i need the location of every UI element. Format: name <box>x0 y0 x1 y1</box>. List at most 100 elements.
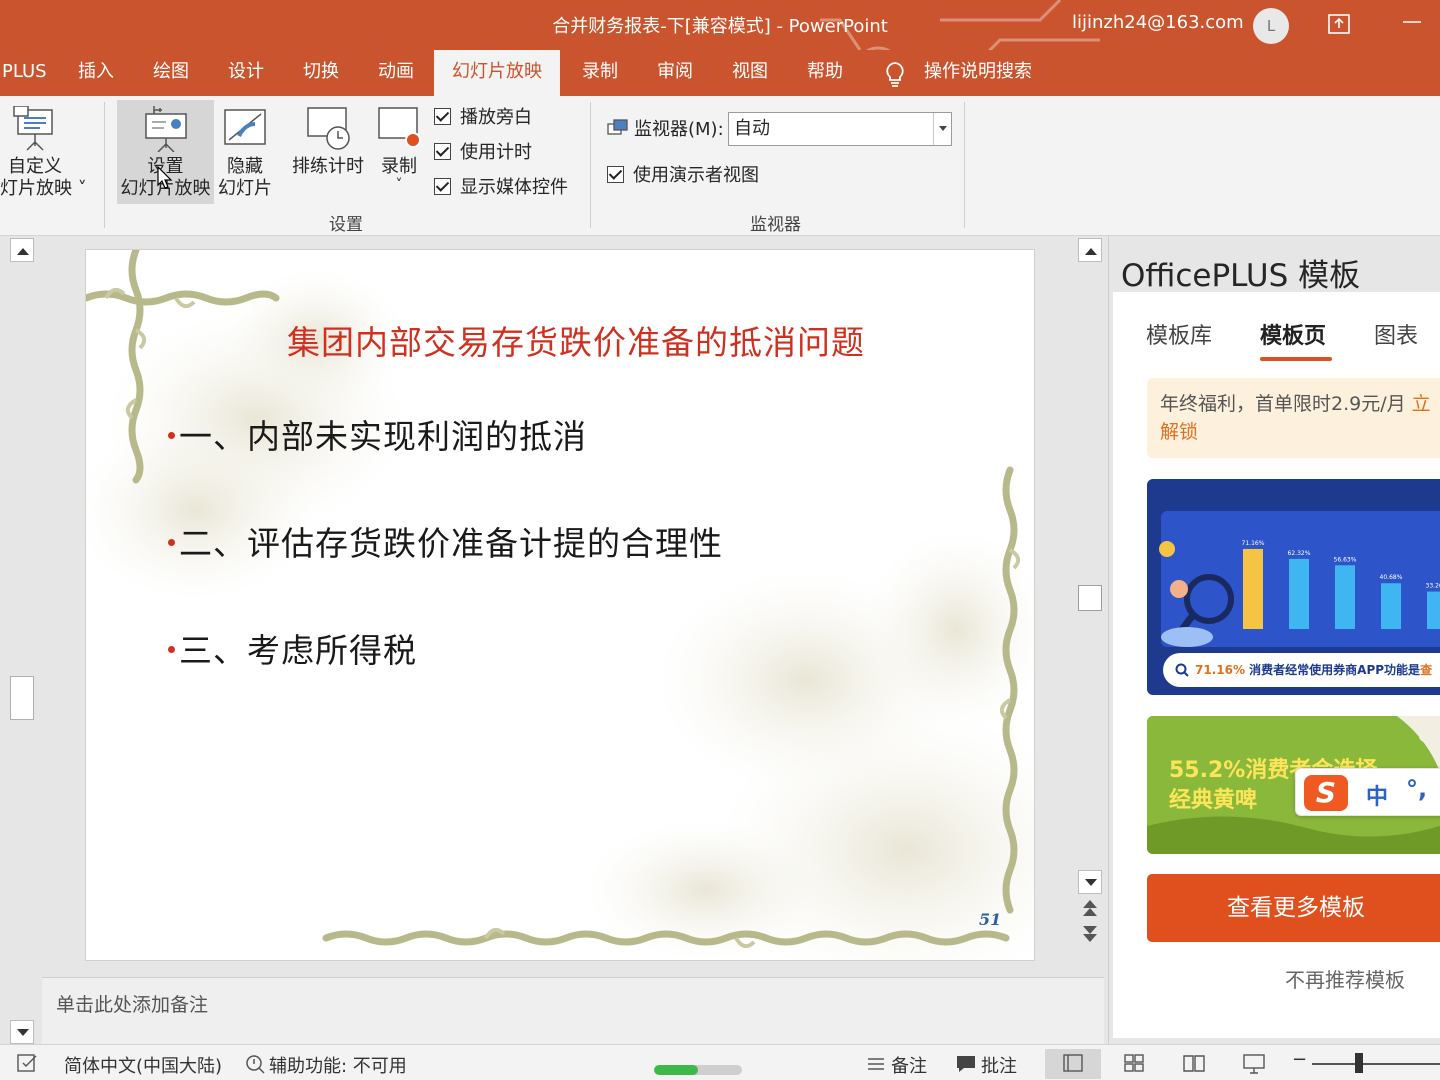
preview-bar-label: 33.26% <box>1426 583 1440 590</box>
slide-sorter-icon <box>1124 1054 1144 1072</box>
tell-me-search[interactable]: 操作说明搜索 <box>922 50 1034 96</box>
scroll-down-button[interactable] <box>10 1020 34 1044</box>
notes-pane[interactable]: 单击此处添加备注 <box>42 977 1104 1044</box>
promo-unlock-link[interactable]: 解锁 <box>1160 418 1440 446</box>
custom-show-icon <box>13 106 53 151</box>
use-timings-label: 使用计时 <box>460 142 532 163</box>
record-icon <box>378 107 421 148</box>
accessibility-status[interactable]: 辅助功能: 不可用 <box>269 1052 407 1078</box>
language-indicator[interactable]: 简体中文(中国大陆) <box>64 1052 222 1078</box>
custom-slide-show-button[interactable]: 自定义 灯片放映 ˅ <box>0 106 96 200</box>
preview-bar-label: 40.68% <box>1380 574 1403 581</box>
ribbon-divider <box>104 102 105 228</box>
play-narrations-label: 播放旁白 <box>460 107 532 128</box>
ime-toolbar[interactable]: S 中 °, <box>1295 768 1440 816</box>
zoom-slider[interactable] <box>1312 1063 1440 1065</box>
officeplus-task-pane: OfficePLUS 模板 模板库 模板页 图表 年终福利，首单限时2.9元/月… <box>1108 236 1440 1044</box>
account-name[interactable]: lijinzh24@163.com <box>1072 12 1244 33</box>
comments-icon <box>957 1056 975 1072</box>
lightbulb-icon[interactable] <box>882 60 908 88</box>
template-caption: 71.16% 消费者经常使用券商APP功能是查 <box>1163 653 1440 687</box>
checkbox-checked-icon[interactable] <box>434 108 451 125</box>
scroll-up-button[interactable] <box>10 238 34 262</box>
ime-punctuation-indicator[interactable]: °, <box>1406 775 1427 803</box>
record-label: 录制 <box>381 156 417 177</box>
minimize-icon[interactable] <box>1400 10 1424 34</box>
caption-link: 查 <box>1420 663 1433 677</box>
dropdown-arrow-icon[interactable] <box>933 113 951 145</box>
zoom-slider-knob[interactable] <box>1355 1053 1363 1073</box>
monitor-icon <box>607 119 628 135</box>
ime-mode-indicator[interactable]: 中 <box>1366 779 1388 811</box>
preview-bar <box>1381 583 1401 629</box>
thumbnail-pane-collapsed <box>0 236 42 1044</box>
template-card-chart[interactable]: 71.16% 62.32% 56.63% 40.68% 33.26% 71.16% 消费… <box>1147 479 1440 695</box>
slide-scroll-thumb[interactable] <box>1078 585 1102 611</box>
comments-toggle[interactable]: 批注 <box>981 1052 1017 1078</box>
tab-record[interactable]: 录制 <box>580 50 620 96</box>
next-slide-icon[interactable] <box>1080 924 1100 944</box>
tab-insert[interactable]: 插入 <box>76 50 116 96</box>
bullet-dot <box>168 646 175 653</box>
ribbon-tabs: PLUS 插入 绘图 设计 切换 动画 幻灯片放映 录制 审阅 视图 帮助 操作… <box>0 50 1440 96</box>
checkbox-checked-icon[interactable] <box>434 143 451 160</box>
tab-draw[interactable]: 绘图 <box>151 50 191 96</box>
set-up-slide-show-button[interactable]: 设置 幻灯片放映 <box>117 100 214 204</box>
ribbon-display-options-icon[interactable] <box>1327 12 1351 36</box>
chevron-down-icon[interactable]: ˅ <box>372 178 426 192</box>
tab-template-library[interactable]: 模板库 <box>1146 318 1212 350</box>
checkbox-checked-icon[interactable] <box>434 178 451 195</box>
stop-recommending-link[interactable]: 不再推荐模板 <box>1285 964 1405 993</box>
caption-text: 消费者经常使用券商APP功能是 <box>1249 663 1421 677</box>
promo-link[interactable]: 立 <box>1412 393 1431 415</box>
notes-toggle[interactable]: 备注 <box>891 1052 927 1078</box>
notes-placeholder[interactable]: 单击此处添加备注 <box>56 990 208 1017</box>
tab-animations[interactable]: 动画 <box>376 50 416 96</box>
scroll-up-button[interactable] <box>1078 238 1102 262</box>
hide-slide-label-1: 隐藏 <box>227 156 263 177</box>
show-media-controls-checkbox[interactable]: 显示媒体控件 <box>434 176 568 200</box>
sogou-logo-icon[interactable]: S <box>1304 775 1348 811</box>
tab-template-pages[interactable]: 模板页 <box>1260 318 1326 350</box>
tab-review[interactable]: 审阅 <box>655 50 695 96</box>
use-presenter-view-checkbox[interactable]: 使用演示者视图 <box>607 164 759 188</box>
ribbon: 自定义 灯片放映 ˅ 设置 幻灯片放映 隐藏 幻灯片 排练计时 录制 ˅ 播放旁… <box>0 96 1440 236</box>
preview-bar-label: 62.32% <box>1288 550 1311 557</box>
tab-design[interactable]: 设计 <box>226 50 266 96</box>
tab-help[interactable]: 帮助 <box>805 50 845 96</box>
slide-bullet-1[interactable]: 一、内部未实现利润的抵消 <box>168 410 587 458</box>
hide-slide-button[interactable]: 隐藏 幻灯片 <box>216 106 274 200</box>
slide-canvas[interactable]: 集团内部交易存货跌价准备的抵消问题 一、内部未实现利润的抵消 二、评估存货跌价准… <box>85 249 1035 961</box>
tab-officeplus[interactable]: PLUS <box>0 50 49 96</box>
avatar[interactable]: L <box>1253 8 1289 44</box>
custom-show-label-1: 自定义 <box>8 156 62 177</box>
status-bar: 简体中文(中国大陆) 辅助功能: 不可用 备注 批注 − <box>0 1044 1440 1080</box>
play-narrations-checkbox[interactable]: 播放旁白 <box>434 106 532 130</box>
slide-sorter-button[interactable] <box>1106 1049 1162 1079</box>
tab-transitions[interactable]: 切换 <box>301 50 341 96</box>
checkbox-checked-icon[interactable] <box>607 166 624 183</box>
thumbnail-scroll-thumb[interactable] <box>10 676 34 720</box>
hide-slide-icon <box>224 109 266 145</box>
view-more-templates-button[interactable]: 查看更多模板 <box>1147 874 1440 942</box>
slide-bullet-2[interactable]: 二、评估存货跌价准备计提的合理性 <box>168 517 723 565</box>
slide-notes-check-icon[interactable] <box>16 1052 38 1074</box>
slide-title[interactable]: 集团内部交易存货跌价准备的抵消问题 <box>86 316 1034 364</box>
tab-charts[interactable]: 图表 <box>1374 318 1418 350</box>
normal-view-button[interactable] <box>1045 1049 1101 1079</box>
rehearse-label: 排练计时 <box>292 156 364 177</box>
reading-view-button[interactable] <box>1166 1049 1222 1079</box>
scroll-down-button[interactable] <box>1078 870 1102 894</box>
promo-text: 年终福利，首单限时2.9元/月 <box>1160 393 1412 415</box>
record-slide-show-button[interactable]: 录制 ˅ <box>372 106 426 192</box>
slide-show-view-button[interactable] <box>1226 1049 1282 1079</box>
tab-view[interactable]: 视图 <box>730 50 770 96</box>
zoom-out-icon[interactable]: − <box>1292 1049 1307 1070</box>
previous-slide-icon[interactable] <box>1080 898 1100 918</box>
rehearse-timings-button[interactable]: 排练计时 <box>288 106 368 178</box>
slide-bullet-3[interactable]: 三、考虑所得税 <box>168 624 417 672</box>
use-timings-checkbox[interactable]: 使用计时 <box>434 141 532 165</box>
tab-slide-show[interactable]: 幻灯片放映 <box>434 50 560 96</box>
monitor-select[interactable]: 自动 <box>728 112 952 146</box>
promo-banner[interactable]: 年终福利，首单限时2.9元/月 立 解锁 <box>1147 378 1440 458</box>
